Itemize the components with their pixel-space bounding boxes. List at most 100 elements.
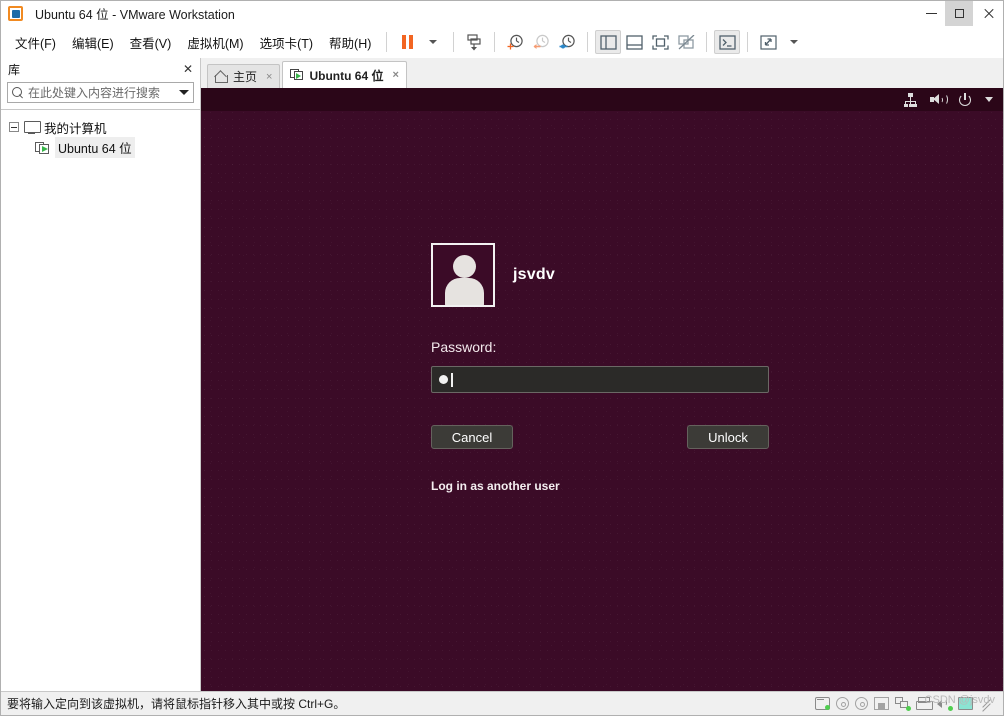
suspend-button[interactable] [394,30,420,54]
title-bar: Ubuntu 64 位 - VMware Workstation [1,1,1003,26]
chevron-down-icon[interactable] [985,97,993,102]
snapshot-icon [467,33,481,50]
show-library-button[interactable] [595,30,622,54]
hard-disk-icon[interactable] [815,697,830,710]
library-sidebar: 库 ✕ 在此处键入内容进行搜索 我的计算机 Ubuntu 64 位 [1,58,201,691]
search-input[interactable]: 在此处键入内容进行搜索 [7,82,194,103]
user-row: jsvdv [431,243,811,307]
tree-item-my-computer[interactable]: 我的计算机 [1,117,200,137]
tab-strip: 主页 × Ubuntu 64 位 × [201,58,1003,88]
revert-snapshot-button[interactable] [528,30,554,54]
close-icon[interactable]: ✕ [183,63,193,75]
cd-dvd-icon[interactable] [836,697,849,710]
chevron-down-icon [429,40,438,44]
clock-plus-icon [507,34,523,49]
search-placeholder: 在此处键入内容进行搜索 [28,86,161,100]
chevron-down-icon [790,40,799,44]
library-tree: 我的计算机 Ubuntu 64 位 [1,109,200,691]
send-ctrl-alt-del-button[interactable] [714,30,741,54]
tab-label: 主页 [233,70,258,84]
library-header: 库 ✕ [1,58,200,80]
close-button[interactable] [973,1,1003,26]
resize-grip[interactable] [981,698,993,710]
menu-edit[interactable]: 编辑(E) [64,29,122,56]
usb-device-icon[interactable] [958,697,973,710]
cd-dvd-2-icon[interactable] [855,697,868,710]
menu-view[interactable]: 查看(V) [122,29,180,56]
guest-screen[interactable]: jsvdv Password: Cancel Unlock Log in as … [201,88,1003,691]
gnome-top-panel [201,88,1003,111]
main-body: 库 ✕ 在此处键入内容进行搜索 我的计算机 Ubuntu 64 位 主页 × U… [1,58,1003,691]
maximize-button[interactable] [945,1,973,26]
stretch-dropdown[interactable] [781,30,807,54]
device-status-icons [815,697,997,711]
chevron-down-icon[interactable] [179,90,189,95]
status-message: 要将输入定向到该虚拟机，请将鼠标指针移入其中或按 Ctrl+G。 [7,697,346,711]
password-mask-dot [439,375,448,384]
volume-icon[interactable] [930,93,948,106]
resize-arrows-icon [760,34,777,50]
floppy-icon[interactable] [874,697,889,710]
library-title: 库 [8,62,21,77]
toolbar [394,26,807,58]
home-icon [215,71,228,83]
menu-vm[interactable]: 虚拟机(M) [179,29,251,56]
cancel-button[interactable]: Cancel [431,425,513,449]
tab-ubuntu-64[interactable]: Ubuntu 64 位 × [282,61,407,88]
login-other-user-link[interactable]: Log in as another user [431,479,811,493]
fullscreen-icon [652,34,669,50]
search-icon [12,87,23,98]
library-search-wrap: 在此处键入内容进行搜索 [1,80,200,109]
tree-item-ubuntu-vm[interactable]: Ubuntu 64 位 [1,136,200,158]
collapse-toggle-icon[interactable] [9,122,19,132]
show-console-button[interactable] [621,30,647,54]
toolbar-separator [453,32,455,52]
minimize-button[interactable] [917,1,945,26]
window-controls [917,1,1003,26]
printer-icon[interactable] [916,697,933,710]
tree-item-label: Ubuntu 64 位 [55,136,135,158]
monitor-icon [24,120,41,134]
pause-icon [401,35,413,49]
password-label: Password: [431,339,497,355]
menu-help[interactable]: 帮助(H) [321,29,379,56]
power-icon[interactable] [959,92,973,107]
unity-mode-button[interactable] [673,30,699,54]
close-icon[interactable]: × [266,71,272,83]
vm-pane: 主页 × Ubuntu 64 位 × jsvdv Password: Cance… [201,58,1003,691]
sound-card-icon[interactable] [937,697,953,711]
stretch-guest-button[interactable] [755,30,781,54]
user-avatar-icon [431,243,495,307]
toolbar-separator [587,32,589,52]
snapshot-manager-button[interactable] [554,30,580,54]
tree-item-label: 我的计算机 [44,121,107,136]
password-input[interactable] [431,366,769,393]
username-label: jsvdv [513,266,555,283]
unity-mode-disabled-icon [678,34,695,49]
power-dropdown[interactable] [420,30,446,54]
tab-label: Ubuntu 64 位 [309,68,384,83]
menu-file[interactable]: 文件(F) [7,29,64,56]
toolbar-separator [386,32,388,52]
clock-settings-icon [559,34,575,48]
status-bar: 要将输入定向到该虚拟机，请将鼠标指针移入其中或按 Ctrl+G。 CSDN @j… [1,691,1003,715]
tab-home[interactable]: 主页 × [207,64,281,88]
vmware-workstation-window: Ubuntu 64 位 - VMware Workstation 文件(F) 编… [0,0,1004,716]
toolbar-separator [706,32,708,52]
virtual-machine-running-icon [290,69,304,81]
library-panel-icon [600,34,617,50]
toolbar-separator [747,32,749,52]
snapshot-button[interactable] [461,30,487,54]
take-snapshot-button[interactable] [502,30,528,54]
close-icon[interactable]: × [392,69,398,81]
unlock-button[interactable]: Unlock [687,425,769,449]
terminal-icon [719,34,736,50]
fullscreen-button[interactable] [647,30,673,54]
console-view-icon [626,34,643,50]
window-title: Ubuntu 64 位 - VMware Workstation [35,8,235,22]
network-adapter-icon[interactable] [895,697,911,711]
text-cursor [451,372,453,387]
menu-tabs[interactable]: 选项卡(T) [252,29,321,56]
network-icon[interactable] [903,93,918,107]
lock-screen-buttons: Cancel Unlock [431,425,769,449]
